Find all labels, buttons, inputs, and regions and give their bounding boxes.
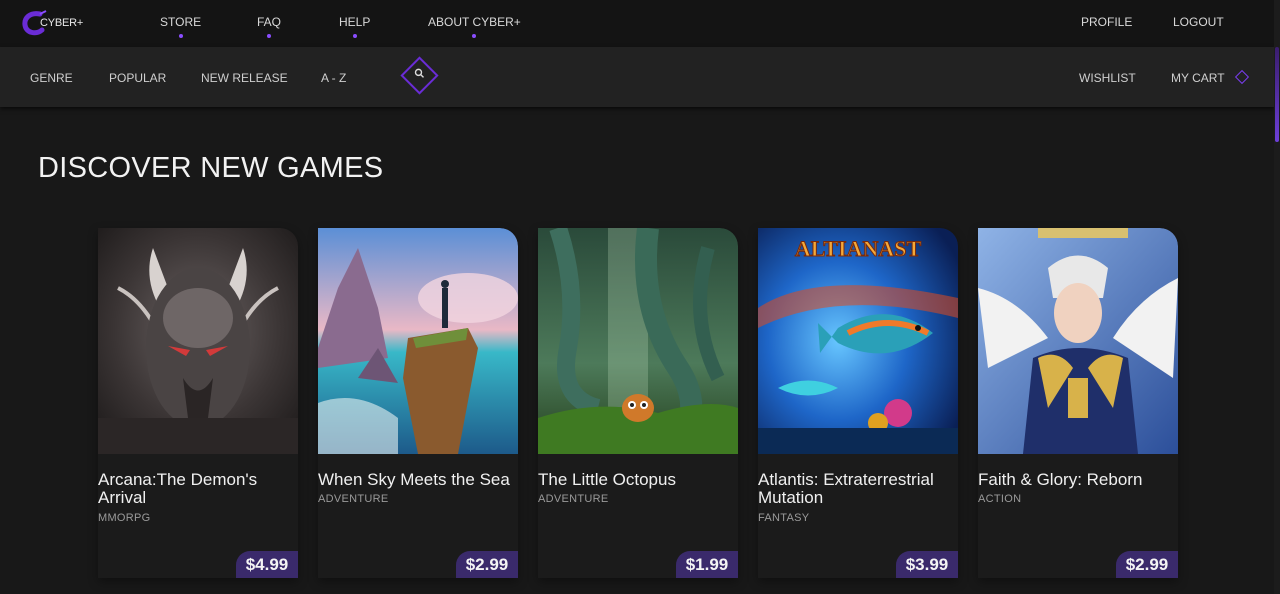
price-badge[interactable]: $4.99 (236, 551, 298, 578)
nav-help[interactable]: HELP (339, 15, 371, 38)
game-title[interactable]: Faith & Glory: Reborn (978, 471, 1174, 489)
cyber-plus-logo[interactable]: CYBER+ (22, 8, 84, 38)
page-title: DISCOVER NEW GAMES (38, 152, 384, 184)
new-release-link[interactable]: NEW RELEASE (201, 71, 288, 85)
nav-faq[interactable]: FAQ (257, 15, 282, 38)
nav-indicator-dot (352, 34, 357, 38)
game-card[interactable]: When Sky Meets the Sea ADVENTURE $2.99 (318, 228, 518, 578)
game-title[interactable]: Arcana:The Demon's Arrival (98, 471, 294, 507)
nav-indicator-dot (267, 34, 271, 38)
winged-knight-art (978, 228, 1178, 454)
cart-diamond-icon[interactable] (1234, 69, 1250, 85)
scrollbar-thumb[interactable] (1275, 47, 1279, 142)
search-icon (414, 68, 424, 78)
game-title[interactable]: Atlantis: Extraterrestrial Mutation (758, 471, 954, 507)
game-genre: ADVENTURE (538, 493, 609, 505)
game-cover-image (98, 228, 298, 454)
popular-link[interactable]: POPULAR (109, 71, 166, 85)
nav-profile[interactable]: PROFILE (1081, 15, 1132, 29)
game-title[interactable]: When Sky Meets the Sea (318, 471, 514, 489)
genre-link[interactable]: GENRE (30, 71, 73, 85)
game-cover-image (538, 228, 738, 454)
price-badge[interactable]: $2.99 (1116, 551, 1178, 578)
game-card[interactable]: Arcana:The Demon's Arrival MMORPG $4.99 (98, 228, 298, 578)
atlantis-fish-art: ALTIANAST (758, 228, 958, 454)
game-cover-image: ALTIANAST (758, 228, 958, 454)
nav-indicator-dot (178, 34, 183, 38)
top-navbar: CYBER+ STORE FAQ HELP ABOUT CYBER+ PROFI… (0, 0, 1274, 47)
logo-text: CYBER+ (40, 17, 84, 29)
nav-logout[interactable]: LOGOUT (1173, 15, 1224, 29)
game-card[interactable]: The Little Octopus ADVENTURE $1.99 (538, 228, 738, 578)
game-title[interactable]: The Little Octopus (538, 471, 734, 489)
game-cover-image (318, 228, 518, 454)
game-genre: ADVENTURE (318, 493, 389, 505)
nav-about[interactable]: ABOUT CYBER+ (428, 15, 521, 38)
nav-profile-label: PROFILE (1081, 15, 1133, 29)
game-genre: MMORPG (98, 512, 151, 524)
my-cart-link[interactable]: MY CART (1171, 71, 1225, 85)
octopus-forest-art (538, 228, 738, 454)
game-genre: FANTASY (758, 512, 810, 524)
nav-indicator-dot (472, 34, 477, 38)
game-card[interactable]: Faith & Glory: Reborn ACTION $2.99 (978, 228, 1178, 578)
game-card[interactable]: ALTIANAST Atlantis: Extraterrestrial Mut… (758, 228, 958, 578)
nav-store[interactable]: STORE (160, 15, 202, 38)
price-badge[interactable]: $2.99 (456, 551, 518, 578)
cover-logo-text: ALTIANAST (795, 236, 922, 261)
price-badge[interactable]: $3.99 (896, 551, 958, 578)
nav-faq-label: FAQ (257, 15, 282, 29)
cliff-seascape-art (318, 228, 518, 454)
price-badge[interactable]: $1.99 (676, 551, 738, 578)
nav-store-label: STORE (160, 15, 202, 29)
category-bar: GENRE POPULAR NEW RELEASE A - Z WISHLIST… (0, 47, 1274, 107)
page-scrollbar[interactable] (1274, 0, 1280, 594)
game-cover-image (978, 228, 1178, 454)
demon-mask-art (98, 228, 298, 454)
nav-about-label: ABOUT CYBER+ (428, 15, 521, 29)
wishlist-link[interactable]: WISHLIST (1079, 71, 1136, 85)
nav-help-label: HELP (339, 15, 371, 29)
search-button[interactable] (400, 56, 439, 95)
nav-logout-label: LOGOUT (1173, 15, 1224, 29)
a-z-link[interactable]: A - Z (321, 71, 346, 85)
game-genre: ACTION (978, 493, 1022, 505)
